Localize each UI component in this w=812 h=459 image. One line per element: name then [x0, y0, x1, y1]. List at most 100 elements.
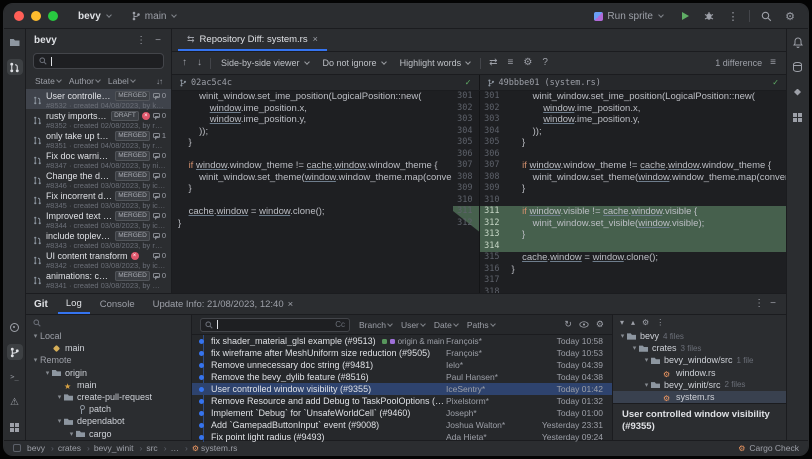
tree-item[interactable]: cargo [26, 428, 191, 440]
tree-chevron-icon[interactable] [67, 430, 76, 438]
filter-user[interactable]: User [401, 320, 426, 330]
pull-request-item[interactable]: Improved text w… MERGED × 0 #8344 · crea… [26, 209, 171, 230]
minimize-window-button[interactable] [31, 11, 41, 21]
commit-list[interactable]: fix shader_material_glsl example (#9513)… [192, 335, 612, 442]
breadcrumb[interactable]: ⚙ bevy ⚙ crates ⚙ bevy_winit ⚙ src ⚙ … ⚙… [27, 443, 237, 453]
run-button[interactable] [677, 8, 693, 24]
filter-author[interactable]: Author [69, 76, 101, 86]
panel-options-icon[interactable]: ⋮ [752, 298, 766, 310]
tree-item[interactable]: main [26, 342, 191, 354]
group-by-icon[interactable]: ⚙ [642, 318, 649, 327]
layout-tool-button[interactable] [790, 109, 806, 125]
hide-panel-icon[interactable]: − [768, 298, 778, 310]
tab-console[interactable]: Console [92, 294, 143, 314]
previous-difference-button[interactable]: ↑ [180, 58, 189, 68]
left-code-column[interactable]: winit_window.set_ime_position(LogicalPos… [172, 91, 453, 293]
version-control-tool-button[interactable] [6, 344, 23, 360]
tree-item[interactable]: Remote [26, 354, 191, 366]
pull-request-item[interactable]: only take up to the m… MERGED × 1 #8351 … [26, 129, 171, 150]
diff-list-button[interactable]: ≡ [768, 58, 778, 68]
tree-item[interactable]: Local [26, 330, 191, 342]
right-code-column[interactable]: winit_window.set_ime_position(LogicalPos… [505, 91, 786, 293]
pull-request-item[interactable]: User controlled … MERGED × 0 #8532 · cre… [26, 89, 171, 110]
tree-item[interactable]: crates 3 files [613, 342, 786, 354]
tree-chevron-icon[interactable] [618, 332, 627, 340]
commit-row[interactable]: Add `GamepadButtonInput` event (#9008) J… [192, 419, 612, 431]
tree-item[interactable]: dependabot [26, 415, 191, 427]
expand-all-icon[interactable]: ▾ [620, 318, 624, 327]
breadcrumb-item[interactable]: ⚙ bevy_winit [94, 443, 147, 453]
assistant-tool-button[interactable] [790, 84, 806, 100]
tree-chevron-icon[interactable] [31, 332, 40, 340]
notifications-tool-button[interactable] [790, 34, 806, 50]
tree-item[interactable]: main [26, 379, 191, 391]
pull-request-item[interactable]: animations: con… MERGED × 0 #8341 · crea… [26, 269, 171, 290]
changed-files-tree[interactable]: bevy 4 files crates 3 files bevy_window/… [613, 330, 786, 404]
breadcrumb-item[interactable]: ⚙ crates [58, 443, 94, 453]
tree-chevron-icon[interactable] [55, 417, 64, 425]
commit-row[interactable]: fix wireframe after MeshUniform size red… [192, 347, 612, 359]
checker-label[interactable]: Cargo Check [749, 443, 799, 453]
pull-request-item[interactable]: Fix doc warning… MERGED × 0 #8347 · crea… [26, 149, 171, 170]
tree-item[interactable]: system.rs [613, 390, 786, 404]
ignore-mode-dropdown[interactable]: Do not ignore [319, 56, 390, 70]
tree-chevron-icon[interactable] [31, 356, 40, 364]
terminal-tool-button[interactable]: >_ [7, 369, 23, 385]
pull-requests-search-input[interactable] [33, 53, 164, 69]
collapse-unchanged-button[interactable]: ≡ [506, 58, 516, 68]
vcs-branch-widget[interactable]: main [125, 9, 183, 24]
run-configuration-widget[interactable]: Run sprite [588, 9, 669, 24]
tree-chevron-icon[interactable] [55, 393, 64, 401]
tree-chevron-icon[interactable] [43, 369, 52, 377]
diff-settings-button[interactable]: ⚙ [521, 58, 534, 68]
commit-row[interactable]: Remove the bevy_dylib feature (#8516) Pa… [192, 371, 612, 383]
pull-requests-tool-button[interactable] [6, 59, 23, 75]
viewer-mode-dropdown[interactable]: Side-by-side viewer [217, 56, 313, 70]
match-case-toggle[interactable]: Cc [335, 320, 345, 329]
breadcrumb-item[interactable]: ⚙ src [146, 443, 170, 453]
branch-tree[interactable]: Local main Remote origin main create-pul… [26, 330, 191, 442]
filter-branch[interactable]: Branch [359, 320, 393, 330]
tree-chevron-icon[interactable] [642, 381, 651, 389]
tree-item[interactable]: window.rs [613, 367, 786, 379]
close-tab-icon[interactable]: × [288, 299, 294, 310]
tab-log[interactable]: Log [57, 294, 90, 314]
breadcrumb-item[interactable]: ⚙ … [171, 443, 192, 453]
pull-request-item[interactable]: rusty imports … DRAFT × 0 #8352 · create… [26, 109, 171, 130]
filter-paths[interactable]: Paths [467, 320, 496, 330]
database-tool-button[interactable] [790, 59, 806, 75]
filter-label[interactable]: Label [108, 76, 136, 86]
pull-request-item[interactable]: include toplevel… MERGED × 0 #8343 · cre… [26, 229, 171, 250]
services-tool-button[interactable] [7, 419, 23, 435]
breadcrumb-item[interactable]: ⚙ bevy [27, 443, 58, 453]
commit-tool-button[interactable] [7, 319, 23, 335]
filter-state[interactable]: State [35, 76, 62, 86]
commit-row[interactable]: Remove Resource and add Debug to TaskPoo… [192, 395, 612, 407]
log-settings-icon[interactable]: ⚙ [596, 319, 604, 330]
tab-update-info[interactable]: Update Info: 21/08/2023, 12:40 × [145, 294, 302, 314]
pull-request-item[interactable]: UI content transform × 0 #8342 · created… [26, 249, 171, 270]
close-window-button[interactable] [14, 11, 24, 21]
commit-row[interactable]: Implement `Debug` for `UnsafeWorldCell` … [192, 407, 612, 419]
tree-item[interactable]: create-pull-request [26, 391, 191, 403]
pull-requests-list[interactable]: User controlled … MERGED × 0 #8532 · cre… [26, 89, 171, 293]
zoom-window-button[interactable] [48, 11, 58, 21]
panel-options-icon[interactable]: ⋮ [134, 35, 148, 47]
tree-item[interactable]: bevy 4 files [613, 330, 786, 342]
search-icon[interactable] [33, 318, 41, 327]
commit-row[interactable]: Remove unnecessary doc string (#9481) Ie… [192, 359, 612, 371]
hide-panel-icon[interactable]: − [153, 35, 163, 47]
settings-button[interactable]: ⚙ [782, 8, 798, 24]
commit-row[interactable]: User controlled window visibility (#9355… [192, 383, 612, 395]
pull-request-item[interactable]: Change the def… MERGED × 0 #8346 · creat… [26, 169, 171, 190]
tree-chevron-icon[interactable] [642, 356, 651, 364]
commit-row[interactable]: fix shader_material_glsl example (#9513)… [192, 335, 612, 347]
commit-row[interactable]: Fix point light radius (#9493) Ada Hieta… [192, 431, 612, 442]
debug-button[interactable] [701, 8, 717, 24]
tree-item[interactable]: origin [26, 367, 191, 379]
close-tab-icon[interactable]: × [313, 34, 318, 44]
tree-chevron-icon[interactable] [630, 344, 639, 352]
project-tool-button[interactable] [7, 34, 23, 50]
tree-item[interactable]: bevy_window/src 1 file [613, 354, 786, 366]
more-actions-button[interactable]: ⋮ [725, 8, 741, 24]
